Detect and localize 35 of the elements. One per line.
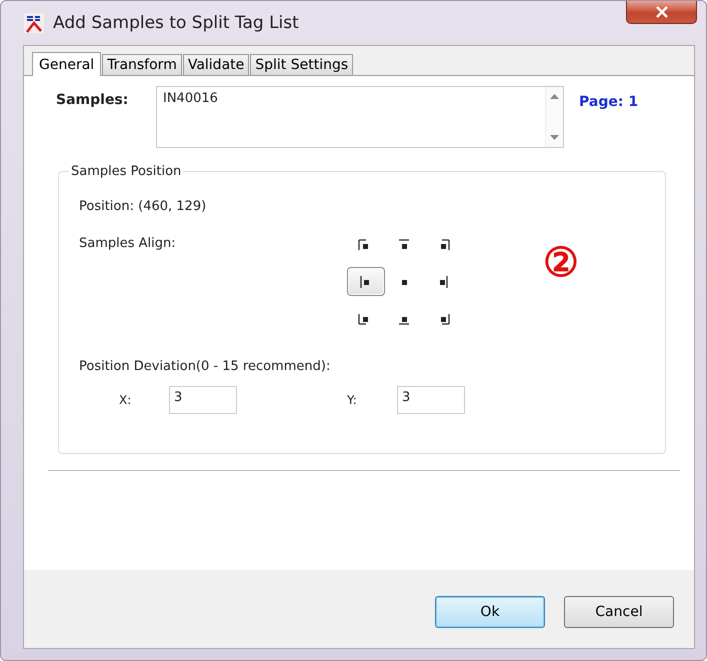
- y-field[interactable]: 3: [397, 386, 465, 414]
- align-icon: [441, 314, 450, 324]
- samples-field[interactable]: IN40016: [156, 86, 564, 148]
- group-title: Samples Position: [70, 164, 182, 179]
- scroll-down-icon[interactable]: [550, 135, 559, 141]
- dialog-button[interactable]: Ok: [435, 596, 545, 628]
- tab[interactable]: Validate: [182, 54, 250, 75]
- position-text: Position: (460, 129): [79, 199, 208, 214]
- align-icon: [402, 280, 407, 284]
- align-icon: [441, 238, 450, 250]
- dialog-button[interactable]: Cancel: [564, 596, 674, 628]
- align-icon: [440, 276, 448, 288]
- scrollbar[interactable]: [545, 87, 563, 147]
- align-icon: [360, 276, 369, 288]
- x-label: X:: [119, 393, 132, 407]
- page-label: Page: 1: [579, 94, 638, 110]
- align-label: Samples Align:: [79, 236, 177, 253]
- align-icon: [399, 316, 409, 324]
- scroll-up-icon[interactable]: [550, 93, 559, 99]
- y-label: Y:: [347, 393, 358, 407]
- close-icon: [654, 6, 668, 18]
- tab[interactable]: General: [32, 52, 102, 76]
- app-icon: [23, 12, 45, 34]
- samples-label: Samples:: [55, 91, 130, 108]
- window-title: Add Samples to Split Tag List: [53, 13, 299, 33]
- deviation-label: Position Deviation(0 - 15 recommend):: [79, 359, 332, 374]
- close-button[interactable]: [626, 1, 697, 24]
- align-icon: [399, 238, 409, 248]
- align-icon: [358, 314, 368, 324]
- tab[interactable]: Split Settings: [250, 54, 354, 75]
- tab[interactable]: Transform: [102, 54, 182, 75]
- align-icon: [358, 238, 368, 250]
- annotation-number: ②: [543, 243, 579, 283]
- x-field[interactable]: 3: [169, 386, 237, 414]
- align-option[interactable]: [347, 267, 385, 296]
